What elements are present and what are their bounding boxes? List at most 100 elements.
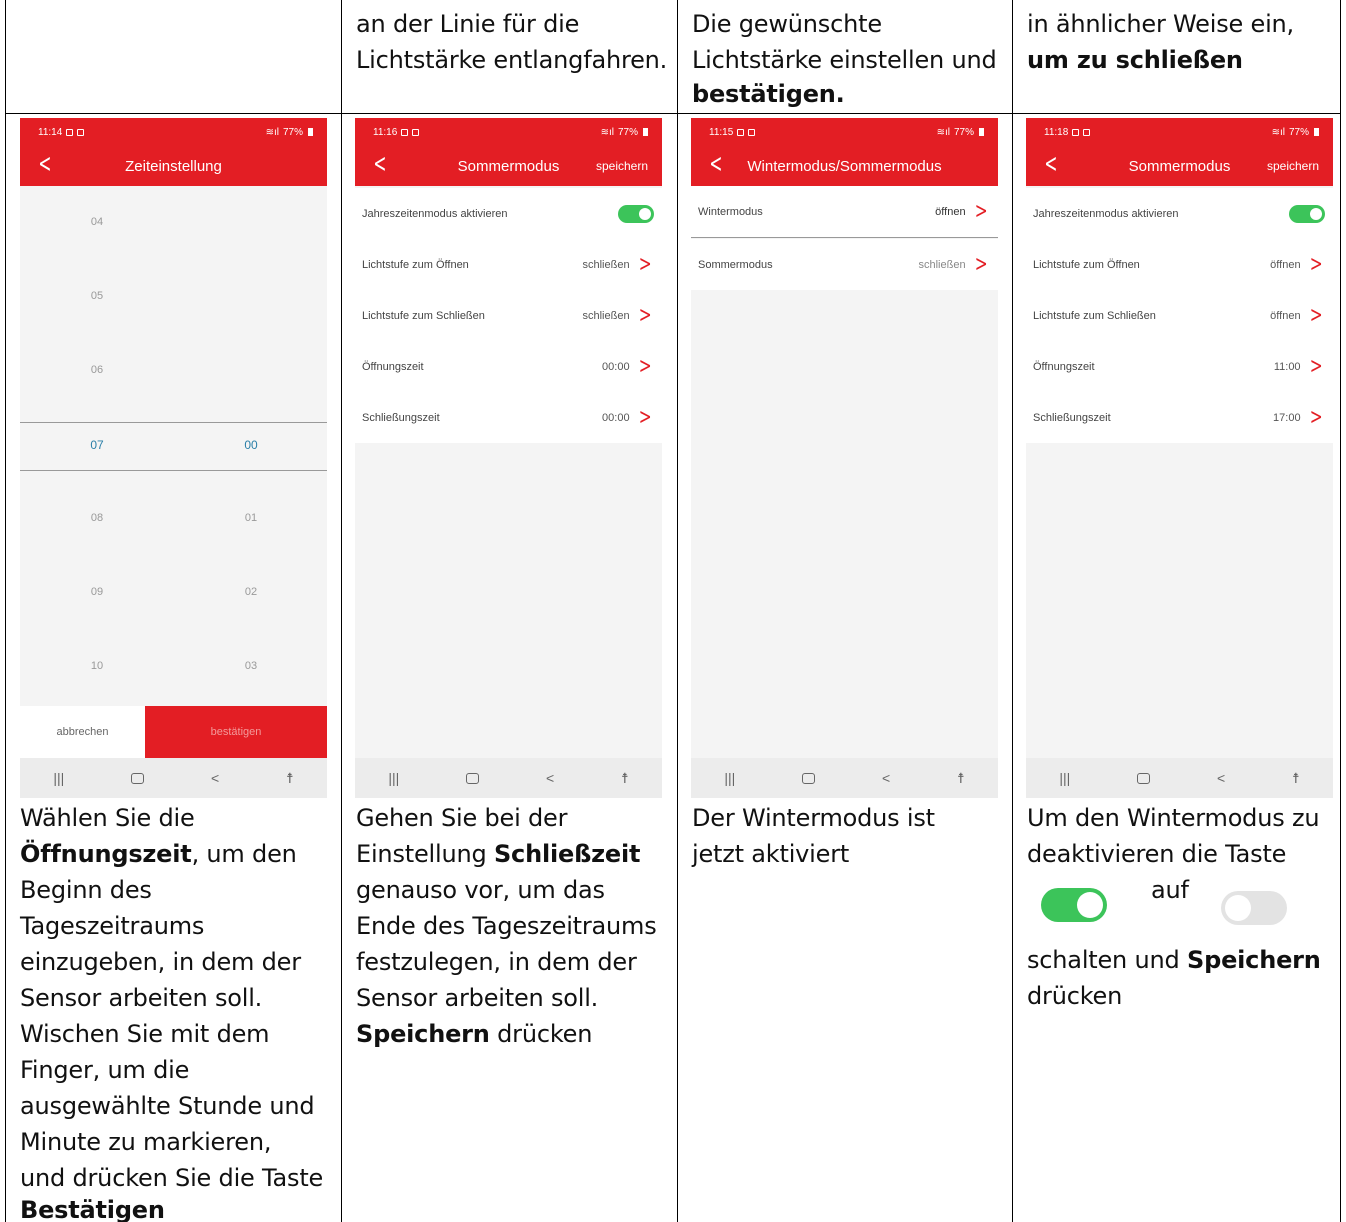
accessibility-icon[interactable]: ☨ — [1292, 770, 1300, 787]
recent-apps-icon[interactable]: ||| — [724, 770, 735, 786]
bottom-cell-1-text: Wählen Sie die Öffnungszeit, um den Begi… — [20, 804, 324, 1222]
bottom-cell-4-text: Um den Wintermodus zu deaktivieren die T… — [1027, 804, 1320, 868]
battery-icon — [643, 128, 648, 136]
chevron-right-icon: > — [638, 251, 652, 277]
phone-screenshot-zeiteinstellung: 11:14 ≋ıl 77% < Zeiteinstellung 04 05 06 … — [20, 118, 327, 798]
home-icon[interactable] — [802, 772, 816, 784]
status-bar: 11:15 ≋ıl 77% — [691, 118, 998, 146]
accessibility-icon[interactable]: ☨ — [957, 770, 965, 787]
settings-row-light-open[interactable]: Lichtstufe zum Öffnen öffnen > — [1026, 239, 1333, 290]
home-icon[interactable] — [131, 772, 145, 784]
notification-icon — [737, 128, 745, 136]
accessibility-icon[interactable]: ☨ — [286, 770, 294, 787]
save-button[interactable]: speichern — [1267, 159, 1319, 173]
notification-icon — [1083, 128, 1091, 136]
status-bar: 11:14 ≋ıl 77% — [20, 118, 327, 146]
android-nav-bar: ||| < ☨ — [20, 758, 327, 798]
hour-option[interactable]: 09 — [77, 586, 117, 598]
recent-apps-icon[interactable]: ||| — [53, 770, 64, 786]
settings-row-closing-time[interactable]: Schließungszeit 17:00 > — [1026, 392, 1333, 443]
notification-icon — [748, 128, 756, 136]
app-bar: < Sommermodus speichern — [355, 146, 662, 186]
chevron-right-icon: > — [1309, 302, 1323, 328]
home-icon[interactable] — [466, 772, 480, 784]
settings-row-opening-time[interactable]: Öffnungszeit 11:00 > — [1026, 341, 1333, 392]
time-picker[interactable]: 04 05 06 07 00 08 01 09 02 10 03 — [20, 186, 327, 706]
top-cell-2-text: an der Linie für die Lichtstärke entlang… — [356, 10, 668, 74]
phone-screenshot-sommermodus-1: 11:16 ≋ıl 77% < Sommermodus speichern Jah… — [355, 118, 662, 798]
notification-icon — [1072, 128, 1080, 136]
season-mode-toggle[interactable] — [618, 204, 654, 223]
chevron-right-icon: > — [1309, 404, 1323, 430]
settings-row-closing-time[interactable]: Schließungszeit 00:00 > — [355, 392, 662, 443]
notification-icon — [77, 128, 85, 136]
hour-option[interactable]: 08 — [77, 512, 117, 524]
back-nav-icon[interactable]: < — [211, 770, 219, 786]
table-border-col4 — [1012, 0, 1013, 1222]
season-mode-toggle[interactable] — [1289, 204, 1325, 223]
signal-icon: ≋ıl — [265, 126, 279, 138]
chevron-right-icon: > — [974, 198, 988, 224]
table-border-col2 — [341, 0, 342, 1222]
settings-row-winter-mode[interactable]: Wintermodus öffnen > — [691, 186, 998, 238]
screen-title: Zeiteinstellung — [125, 157, 222, 175]
save-button[interactable]: speichern — [596, 159, 648, 173]
recent-apps-icon[interactable]: ||| — [1059, 770, 1070, 786]
confirm-button[interactable]: bestätigen — [145, 706, 327, 758]
chevron-right-icon: > — [638, 404, 652, 430]
bottom-cell-2-text: Gehen Sie bei der Einstellung Schließzei… — [356, 804, 657, 1048]
status-bar: 11:18 ≋ıl 77% — [1026, 118, 1333, 146]
android-nav-bar: ||| < ☨ — [355, 758, 662, 798]
app-bar: < Zeiteinstellung — [20, 146, 327, 186]
settings-row-light-close[interactable]: Lichtstufe zum Schließen öffnen > — [1026, 290, 1333, 341]
battery-icon — [308, 128, 313, 136]
bottom-cell-4-mid: auf — [1151, 876, 1189, 904]
settings-row-season-mode[interactable]: Jahreszeitenmodus aktivieren — [1026, 188, 1333, 239]
top-cell-4-text: in ähnlicher Weise ein, um zu schließen — [1027, 10, 1294, 74]
top-cell-3-text: Die gewünschte Lichtstärke einstellen un… — [692, 10, 997, 108]
minute-option[interactable]: 02 — [231, 586, 271, 598]
toggle-on-icon — [1041, 888, 1107, 922]
settings-row-light-close[interactable]: Lichtstufe zum Schließen schließen > — [355, 290, 662, 341]
recent-apps-icon[interactable]: ||| — [388, 770, 399, 786]
minute-option-selected[interactable]: 00 — [231, 438, 271, 452]
back-nav-icon[interactable]: < — [1217, 770, 1225, 786]
hour-option[interactable]: 10 — [77, 660, 117, 672]
bottom-cell-4-text-cont: schalten und Speichern drücken — [1027, 946, 1321, 1010]
settings-row-light-open[interactable]: Lichtstufe zum Öffnen schließen > — [355, 239, 662, 290]
home-icon[interactable] — [1137, 772, 1151, 784]
battery-icon — [1314, 128, 1319, 136]
cancel-button[interactable]: abbrechen — [20, 706, 145, 758]
picker-selection-line-top — [20, 422, 327, 423]
signal-icon: ≋ıl — [1271, 126, 1285, 138]
table-row-divider — [5, 113, 1341, 114]
chevron-right-icon: > — [1309, 353, 1323, 379]
chevron-right-icon: > — [638, 302, 652, 328]
minute-option[interactable]: 01 — [231, 512, 271, 524]
back-nav-icon[interactable]: < — [882, 770, 890, 786]
accessibility-icon[interactable]: ☨ — [621, 770, 629, 787]
signal-icon: ≋ıl — [600, 126, 614, 138]
notification-icon — [401, 128, 409, 136]
android-nav-bar: ||| < ☨ — [1026, 758, 1333, 798]
table-border-col3 — [677, 0, 678, 1222]
notification-icon — [66, 128, 74, 136]
chevron-right-icon: > — [638, 353, 652, 379]
hour-option[interactable]: 05 — [77, 290, 117, 302]
phone-screenshot-mode-select: 11:15 ≋ıl 77% < Wintermodus/Sommermodus W… — [691, 118, 998, 798]
minute-option[interactable]: 03 — [231, 660, 271, 672]
notification-icon — [412, 128, 420, 136]
chevron-right-icon: > — [1309, 251, 1323, 277]
phone-screenshot-sommermodus-2: 11:18 ≋ıl 77% < Sommermodus speichern Jah… — [1026, 118, 1333, 798]
status-bar: 11:16 ≋ıl 77% — [355, 118, 662, 146]
back-nav-icon[interactable]: < — [546, 770, 554, 786]
hour-option-selected[interactable]: 07 — [77, 438, 117, 452]
hour-option[interactable]: 04 — [77, 216, 117, 228]
table-border-right — [1340, 0, 1341, 1222]
settings-row-summer-mode[interactable]: Sommermodus schließen > — [691, 239, 998, 290]
settings-row-opening-time[interactable]: Öffnungszeit 00:00 > — [355, 341, 662, 392]
android-nav-bar: ||| < ☨ — [691, 758, 998, 798]
table-border-left — [5, 0, 6, 1222]
settings-row-season-mode[interactable]: Jahreszeitenmodus aktivieren — [355, 188, 662, 239]
hour-option[interactable]: 06 — [77, 364, 117, 376]
